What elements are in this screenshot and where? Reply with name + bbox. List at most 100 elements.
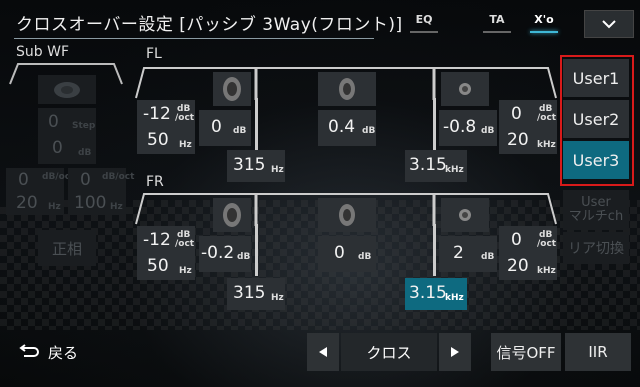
next-button[interactable] [439,333,471,371]
rear-switch-button[interactable]: リア切換 [563,232,629,264]
subwf-hp-box[interactable]: 0 dB/oct 20 Hz [6,168,74,215]
subwf-freq-right-unit: Hz [110,202,123,212]
subwf-level-value: 0 [52,138,63,158]
fl-lp-box[interactable]: 0 dB /oct 20 kHz [499,100,557,154]
prev-button[interactable] [307,333,339,371]
fl-divider-low [255,98,258,150]
fl-hp-freq: 50 [147,130,169,150]
back-label: 戻る [48,343,79,362]
back-button[interactable]: 戻る [18,340,78,364]
fr-lp-slope-unit-bottom: /oct [537,239,557,249]
fr-woofer-level-unit: dB [237,252,251,262]
back-arrow-icon [19,344,39,357]
fl-woofer-level: 0 [211,117,222,137]
subwf-phase-button[interactable]: 正相 [38,230,96,266]
subwf-slope-right: 0 [80,170,91,190]
fr-hp-freq: 50 [147,256,169,276]
tab-xo[interactable]: X'o [530,13,558,26]
subwf-speaker-button[interactable] [38,75,96,104]
fl-hp-slope-unit-bottom: /oct [175,113,195,123]
tab-eq-indicator [410,31,438,33]
fl-lp-freq: 20 [507,130,529,150]
fr-lp-box[interactable]: 0 dB /oct 20 kHz [499,226,557,280]
fl-tweeter-level: -0.8 [443,117,477,137]
user-multich-button[interactable]: User マルチch [563,190,629,230]
fl-woofer-button[interactable] [213,72,251,106]
subwf-step-level-box[interactable]: 0 Step 0 dB [38,108,96,164]
crossover-screen: クロスオーバー設定 [パッシブ 3Way(フロント)] EQ TA X'o Su… [0,0,640,387]
subwf-freq-right: 100 [74,193,107,213]
fl-cross-low: 315 [233,155,266,175]
fr-lp-freq-unit: kHz [537,266,556,276]
fl-woofer-level-unit: dB [233,126,247,136]
fl-hp-freq-unit: Hz [179,140,192,150]
subwf-slope-right-unit: dB/oct [102,172,135,182]
fr-cross-high: 3.15 [409,283,447,303]
tweeter-icon [459,83,471,95]
fr-lp-slope: 0 [511,230,522,250]
fr-hp-slope-unit-bottom: /oct [175,239,195,249]
fl-mid-level-box[interactable]: 0.4 dB [318,110,376,146]
fl-cross-high: 3.15 [409,155,447,175]
fl-tweeter-level-box[interactable]: -0.8 dB [439,110,497,146]
midrange-icon [339,78,355,100]
fr-cross-high-box[interactable]: 3.15 kHz [405,278,467,310]
fl-cross-low-box[interactable]: 315 Hz [227,150,285,182]
fr-lp-freq: 20 [507,256,529,276]
fl-mid-level: 0.4 [328,117,356,137]
subwf-lp-box[interactable]: 0 dB/oct 100 Hz [68,168,134,215]
user-selection-highlight [560,55,634,186]
tab-eq[interactable]: EQ [410,13,438,26]
woofer-icon [223,77,241,101]
woofer-icon [223,203,241,227]
fr-mid-button[interactable] [318,198,376,232]
iir-button[interactable]: IIR [565,333,631,371]
subwf-freq-left: 20 [16,193,38,213]
fl-hp-slope: -12 [143,104,171,124]
fr-woofer-level-box[interactable]: -0.2 dB [199,236,251,272]
fl-cross-low-unit: Hz [271,165,284,175]
chevron-down-icon [602,20,616,29]
fr-hp-slope: -12 [143,230,171,250]
fl-tweeter-level-unit: dB [481,126,495,136]
title-underline [14,38,374,39]
fl-cross-high-box[interactable]: 3.15 kHz [405,150,467,182]
fl-woofer-level-box[interactable]: 0 dB [199,110,251,146]
fr-tweeter-level-unit: dB [481,252,495,262]
fl-lp-freq-unit: kHz [537,140,556,150]
fl-mid-button[interactable] [318,72,376,106]
fr-divider-high [433,224,436,276]
fr-cross-low-unit: Hz [271,293,284,303]
fr-cross-low-box[interactable]: 315 Hz [227,278,285,310]
subwf-slope-left: 0 [18,170,29,190]
fr-tweeter-level-box[interactable]: 2 dB [439,236,497,272]
fr-divider-low [255,224,258,276]
fr-mid-level: 0 [334,243,345,263]
subwf-step-value: 0 [48,112,59,132]
midrange-icon [339,204,355,226]
fr-mid-level-unit: dB [358,252,372,262]
fr-hp-freq-unit: Hz [179,266,192,276]
signal-off-button[interactable]: 信号OFF [491,333,561,371]
subwf-step-label: Step [72,121,96,131]
fr-hp-box[interactable]: -12 dB /oct 50 Hz [137,226,195,280]
fl-hp-box[interactable]: -12 dB /oct 50 Hz [137,100,195,154]
fr-tweeter-button[interactable] [441,198,489,232]
fl-tweeter-button[interactable] [441,72,489,106]
subwf-freq-left-unit: Hz [48,202,61,212]
fr-mid-level-box[interactable]: 0 dB [318,236,376,272]
fr-tweeter-level: 2 [453,243,464,263]
menu-button[interactable] [584,10,634,38]
tab-ta-indicator [483,31,511,33]
page-title: クロスオーバー設定 [パッシブ 3Way(フロント)] [16,15,403,35]
fl-lp-slope: 0 [511,104,522,124]
fl-cross-high-unit: kHz [445,165,464,175]
fl-lp-slope-unit-bottom: /oct [537,113,557,123]
fr-woofer-level: -0.2 [201,243,235,263]
fr-cross-low: 315 [233,283,266,303]
tab-ta[interactable]: TA [483,13,511,26]
subwoofer-icon [54,81,80,98]
fr-woofer-button[interactable] [213,198,251,232]
nav-label: クロス [341,333,437,371]
fl-mid-level-unit: dB [362,126,376,136]
